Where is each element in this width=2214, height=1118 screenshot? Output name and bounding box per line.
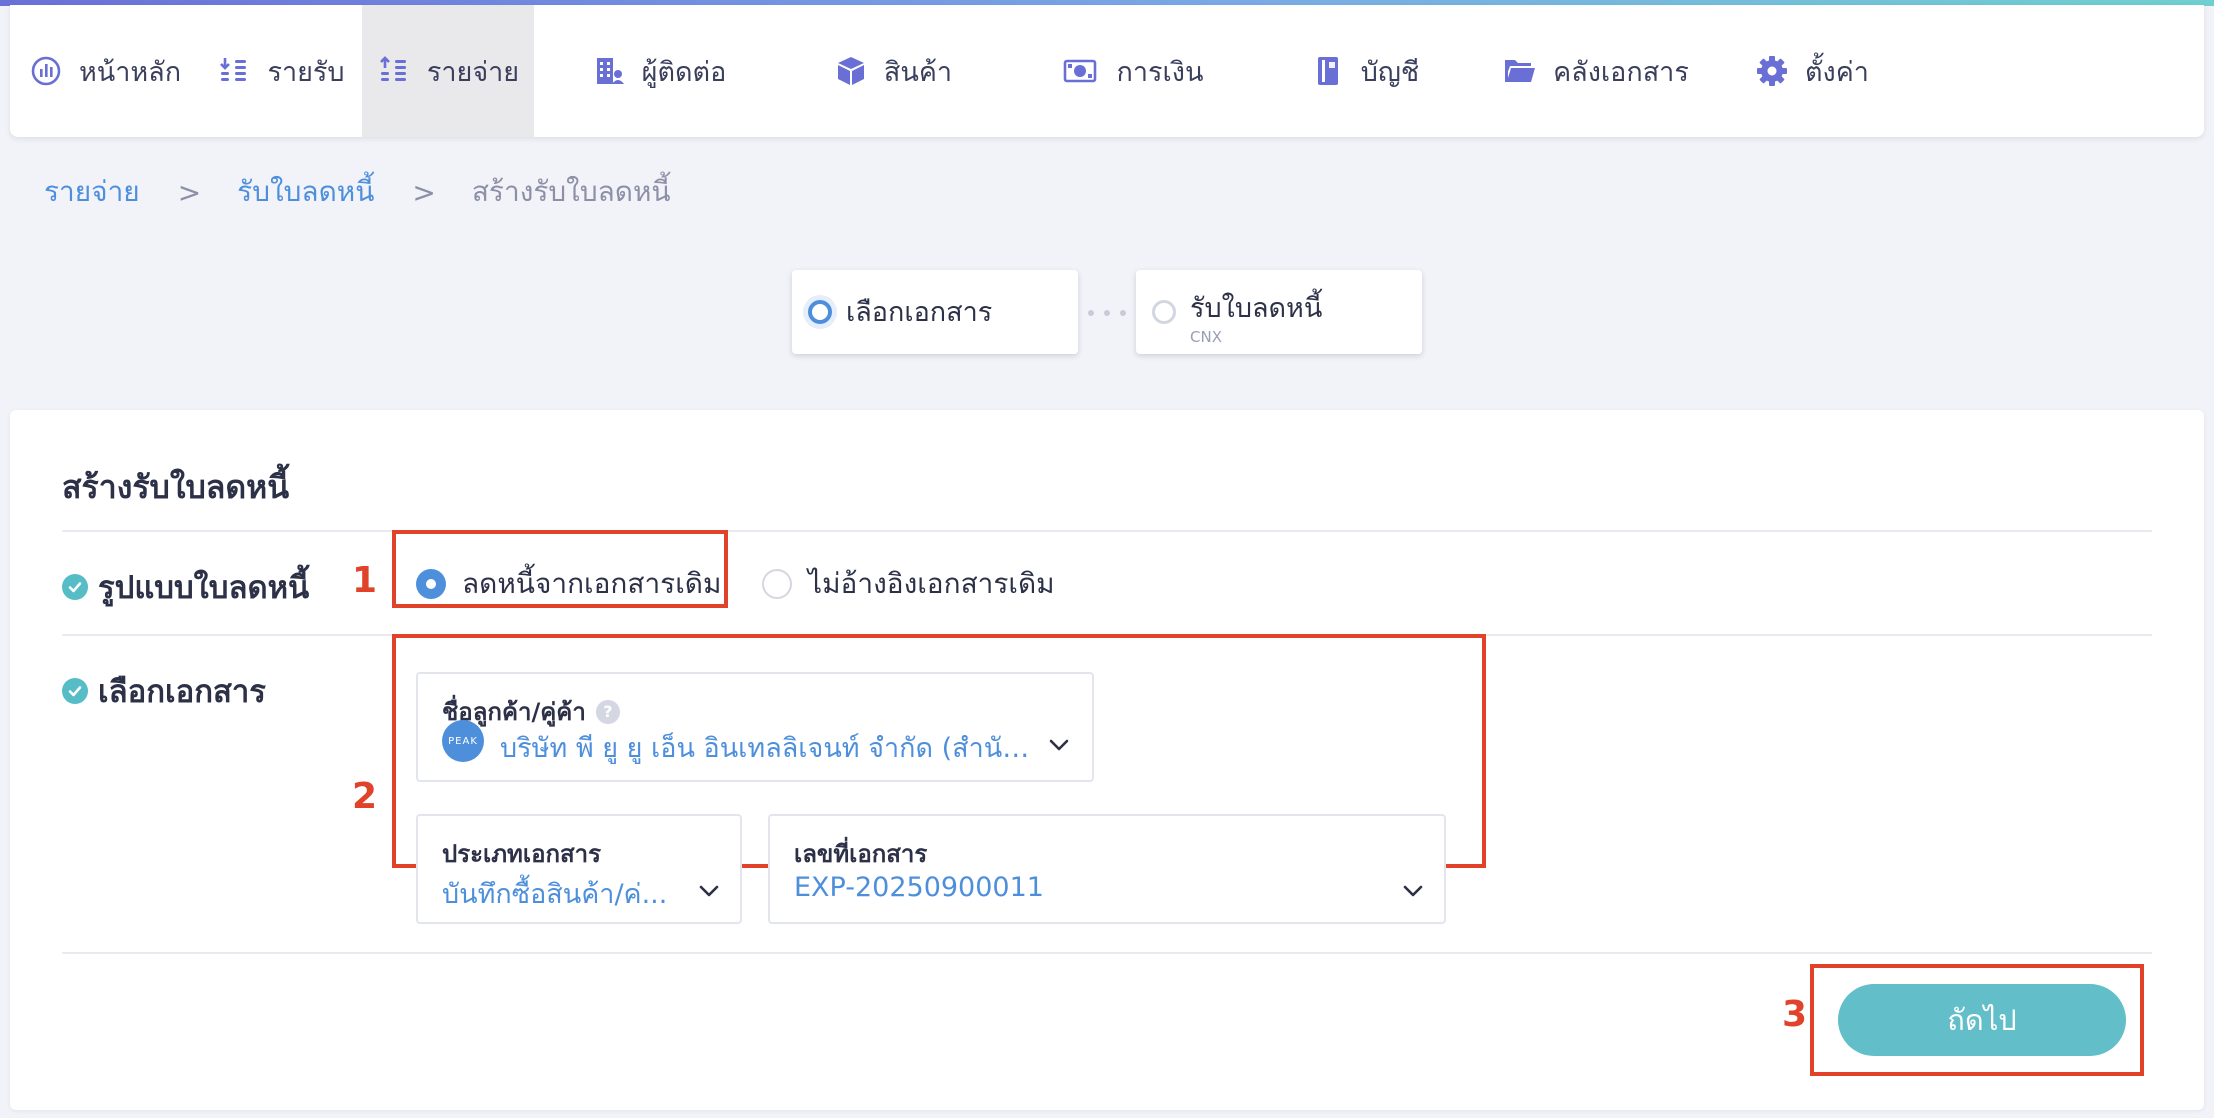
radio-unselected-icon <box>762 569 792 599</box>
nav-item-accounting[interactable]: บัญชี <box>1260 5 1470 137</box>
step-receive-credit-note[interactable]: รับใบลดหนี้ CNX <box>1136 270 1422 354</box>
nav-item-settings[interactable]: ตั้งค่า <box>1722 5 1902 137</box>
document-number-field-label: เลขที่เอกสาร <box>794 834 927 873</box>
check-circle-icon <box>62 574 88 600</box>
nav-label-finance: การเงิน <box>1116 56 1204 88</box>
divider <box>62 530 2152 532</box>
page-title: สร้างรับใบลดหนี้ <box>62 468 290 506</box>
nav-item-finance[interactable]: การเงิน <box>1002 5 1260 137</box>
document-type-value: บันทึกซื้อสินค้า/ค่... <box>442 879 668 910</box>
breadcrumb-separator: > <box>177 175 202 209</box>
radio-selected-icon <box>416 569 446 599</box>
radio-reduce-from-original-label: ลดหนี้จากเอกสารเดิม <box>462 567 722 600</box>
annotation-number-3: 3 <box>1782 994 1808 1035</box>
document-number-select[interactable]: เลขที่เอกสาร EXP-20250900011 <box>768 814 1446 924</box>
chevron-down-icon <box>699 885 719 897</box>
step-connector <box>1088 310 1126 316</box>
radio-no-reference[interactable]: ไม่อ้างอิงเอกสารเดิม <box>762 562 1055 606</box>
document-type-select[interactable]: ประเภทเอกสาร บันทึกซื้อสินค้า/ค่... <box>416 814 742 924</box>
nav-label-products: สินค้า <box>883 56 953 88</box>
contact-select[interactable]: ชื่อลูกค้า/คู่ค้า ? PEAK บริษัท พี ยู ยู… <box>416 672 1094 782</box>
expense-coins-icon <box>379 56 406 81</box>
breadcrumb-expense-link[interactable]: รายจ่าย <box>44 170 140 214</box>
income-coins-icon <box>220 58 247 81</box>
nav-label-accounting: บัญชี <box>1360 56 1420 88</box>
nav-label-contacts: ผู้ติดต่อ <box>641 56 727 88</box>
breadcrumb-current: สร้างรับใบลดหนี้ <box>471 175 671 208</box>
create-credit-note-card: สร้างรับใบลดหนี้ รูปแบบใบลดหนี้ 1 ลดหนี้… <box>10 410 2204 1110</box>
step-2-subtitle: CNX <box>1190 328 1222 346</box>
nav-item-products[interactable]: สินค้า <box>784 5 1002 137</box>
breadcrumb-credit-note-link[interactable]: รับใบลดหนี้ <box>237 170 374 214</box>
divider <box>62 952 2152 954</box>
chevron-down-icon <box>1403 885 1423 897</box>
chevron-down-icon <box>1049 739 1069 751</box>
annotation-number-1: 1 <box>352 560 378 601</box>
nav-label-income: รายรับ <box>267 56 345 88</box>
nav-label-expense: รายจ่าย <box>426 56 520 88</box>
settings-gear-icon <box>1757 56 1788 86</box>
select-document-row-label: เลือกเอกสาร <box>62 666 266 716</box>
nav-item-income[interactable]: รายรับ <box>200 5 362 137</box>
next-button[interactable]: ถัดไป <box>1838 984 2126 1056</box>
contacts-building-icon <box>596 58 624 84</box>
step-select-document[interactable]: เลือกเอกสาร <box>792 270 1078 354</box>
breadcrumb-separator: > <box>412 175 436 209</box>
step-inactive-dot <box>1152 300 1176 324</box>
nav-label-settings: ตั้งค่า <box>1805 56 1869 88</box>
check-circle-icon <box>62 678 88 704</box>
nav-item-home[interactable]: หน้าหลัก <box>10 5 200 137</box>
step-1-title: เลือกเอกสาร <box>846 297 993 328</box>
breadcrumb: รายจ่าย > รับใบลดหนี้ > สร้างรับใบลดหนี้ <box>44 172 671 212</box>
format-label: รูปแบบใบลดหนี้ <box>98 570 310 606</box>
annotation-number-2: 2 <box>352 776 378 817</box>
finance-money-icon <box>1063 59 1096 83</box>
step-2-title: รับใบลดหนี้ <box>1190 293 1323 324</box>
contact-value: บริษัท พี ยู ยู เอ็น อินเทลลิเจนท์ จำกัด… <box>500 733 1030 764</box>
documents-folder-icon <box>1505 60 1536 82</box>
radio-reduce-from-original[interactable]: ลดหนี้จากเอกสารเดิม <box>416 562 721 606</box>
accounting-book-icon <box>1317 57 1338 85</box>
product-box-icon <box>837 57 864 85</box>
select-document-label: เลือกเอกสาร <box>98 674 266 710</box>
peak-logo-avatar: PEAK <box>442 720 484 762</box>
dashboard-gauge-icon <box>31 56 61 86</box>
document-type-field-label: ประเภทเอกสาร <box>442 834 601 873</box>
format-row-label: รูปแบบใบลดหนี้ <box>62 562 309 612</box>
nav-item-documents[interactable]: คลังเอกสาร <box>1470 5 1722 137</box>
nav-item-expense[interactable]: รายจ่าย <box>362 5 534 137</box>
document-number-label-text: เลขที่เอกสาร <box>794 840 928 868</box>
nav-item-contacts[interactable]: ผู้ติดต่อ <box>534 5 784 137</box>
step-active-dot <box>808 300 832 324</box>
help-icon[interactable]: ? <box>595 699 620 724</box>
main-navbar: หน้าหลัก รายรับ รายจ่าย ผู้ติดต่อ สินค้า… <box>10 5 2204 137</box>
document-type-label-text: ประเภทเอกสาร <box>442 840 602 868</box>
nav-label-documents: คลังเอกสาร <box>1553 56 1689 88</box>
radio-no-reference-label: ไม่อ้างอิงเอกสารเดิม <box>808 567 1055 600</box>
document-number-value: EXP-20250900011 <box>794 872 1044 903</box>
nav-label-home: หน้าหลัก <box>78 56 182 88</box>
